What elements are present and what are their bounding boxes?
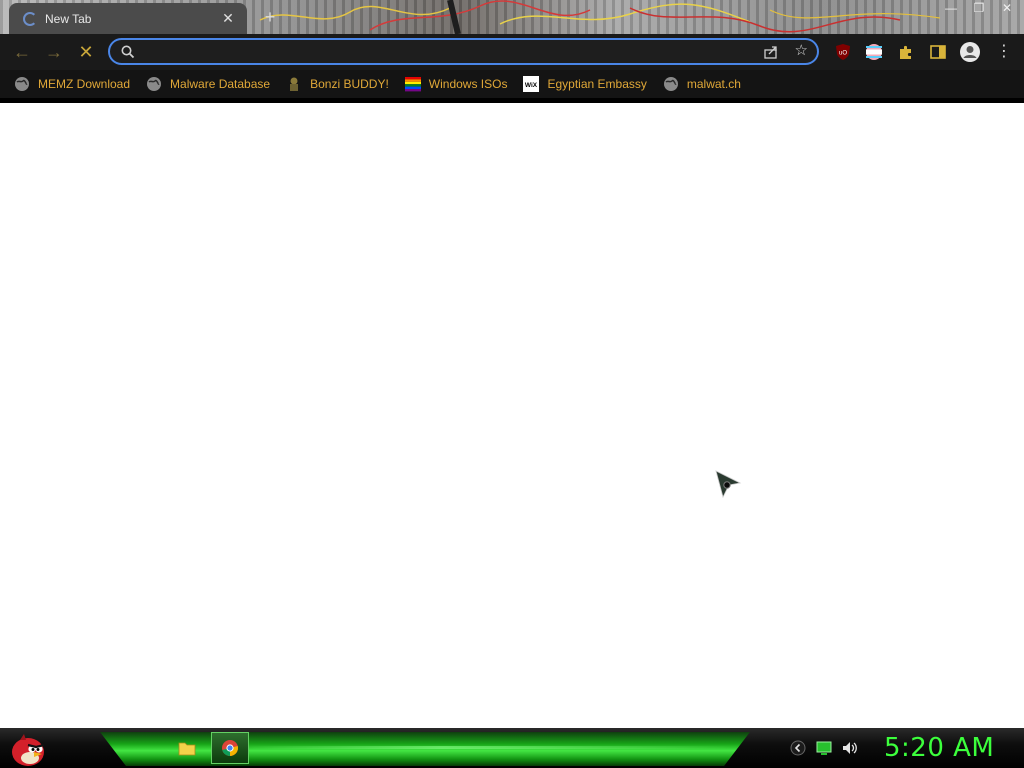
- bookmark-label: Bonzi BUDDY!: [310, 77, 389, 91]
- taskbar-file-explorer[interactable]: [168, 732, 206, 764]
- bookmark-label: Windows ISOs: [428, 77, 508, 91]
- volume-icon[interactable]: [842, 740, 858, 756]
- bookmark-label: malwat.ch: [686, 77, 741, 91]
- bookmark-label: Malware Database: [170, 77, 271, 91]
- loading-spinner-icon: [23, 11, 37, 26]
- globe-icon: [147, 77, 162, 91]
- taskbar-glow-line: [250, 746, 730, 749]
- restore-icon[interactable]: ❐: [972, 1, 986, 15]
- svg-text:WiX: WiX: [525, 82, 538, 89]
- profile-avatar-icon[interactable]: [959, 41, 981, 63]
- star-icon[interactable]: ☆: [795, 43, 808, 59]
- title-bar: New Tab ✕ + — ❐ ✕: [0, 0, 1024, 34]
- theme-graffiti: [259, 0, 941, 34]
- taskbar-chrome[interactable]: [211, 732, 249, 764]
- page-content[interactable]: [0, 103, 1024, 728]
- puzzle-icon[interactable]: [897, 43, 915, 61]
- svg-text:uO: uO: [839, 51, 847, 57]
- window-controls: — ❐ ✕: [944, 0, 1014, 16]
- bonzi-icon: [290, 77, 299, 91]
- tab-title: New Tab: [45, 11, 92, 26]
- mouse-cursor-icon: [715, 470, 742, 498]
- ublock-origin-icon[interactable]: uO: [834, 43, 852, 61]
- taskbar-clock[interactable]: 5:20 AM: [884, 733, 994, 763]
- folder-icon: [178, 742, 196, 756]
- monitor-icon[interactable]: [816, 740, 832, 756]
- share-icon[interactable]: [763, 44, 779, 60]
- bookmark-label: Egyptian Embassy: [547, 77, 647, 91]
- side-panel-icon[interactable]: [929, 43, 947, 61]
- system-tray: [790, 740, 858, 756]
- taskbar: 5:20 AM: [0, 728, 1024, 768]
- search-icon: [121, 45, 135, 59]
- bookmark-malwatch[interactable]: malwat.ch: [663, 72, 741, 96]
- rainbow-flag-icon: [404, 77, 421, 92]
- globe-icon: [15, 77, 29, 91]
- chevron-left-icon[interactable]: [790, 740, 806, 756]
- wix-icon: WiX: [523, 76, 540, 92]
- globe-icon: [663, 77, 678, 91]
- toolbar: ← → ✕ ☆ uO ⋮: [0, 34, 1024, 70]
- bookmark-label: MEMZ Download: [38, 77, 131, 91]
- angry-bird-start-icon[interactable]: [6, 730, 48, 768]
- bookmark-windows-isos[interactable]: Windows ISOs: [404, 72, 508, 96]
- chrome-icon: [222, 740, 238, 756]
- bookmark-bonzi-buddy[interactable]: Bonzi BUDDY!: [286, 72, 389, 96]
- new-tab-button[interactable]: +: [260, 7, 280, 27]
- bookmark-egyptian-embassy[interactable]: WiX Egyptian Embassy: [523, 72, 647, 96]
- bookmark-malware-database[interactable]: Malware Database: [146, 72, 270, 96]
- stop-x-icon[interactable]: ✕: [74, 40, 98, 64]
- arrow-left-icon[interactable]: ←: [10, 40, 34, 64]
- browser-window: New Tab ✕ + — ❐ ✕ ← → ✕ ☆ uO ⋮ MEMZ Down…: [0, 0, 1024, 103]
- bookmarks-bar: MEMZ Download Malware Database Bonzi BUD…: [0, 70, 1024, 98]
- address-input[interactable]: [144, 42, 748, 64]
- minimize-icon[interactable]: —: [944, 1, 958, 15]
- close-icon[interactable]: ✕: [219, 10, 237, 28]
- close-window-icon[interactable]: ✕: [1000, 1, 1014, 15]
- arrow-right-icon[interactable]: →: [42, 40, 66, 64]
- flag-icon[interactable]: [865, 43, 883, 61]
- kebab-menu-icon[interactable]: ⋮: [996, 43, 1012, 61]
- tab-new-tab[interactable]: New Tab ✕: [9, 3, 247, 34]
- address-bar[interactable]: ☆: [108, 38, 819, 65]
- bookmark-memz-download[interactable]: MEMZ Download: [14, 72, 130, 96]
